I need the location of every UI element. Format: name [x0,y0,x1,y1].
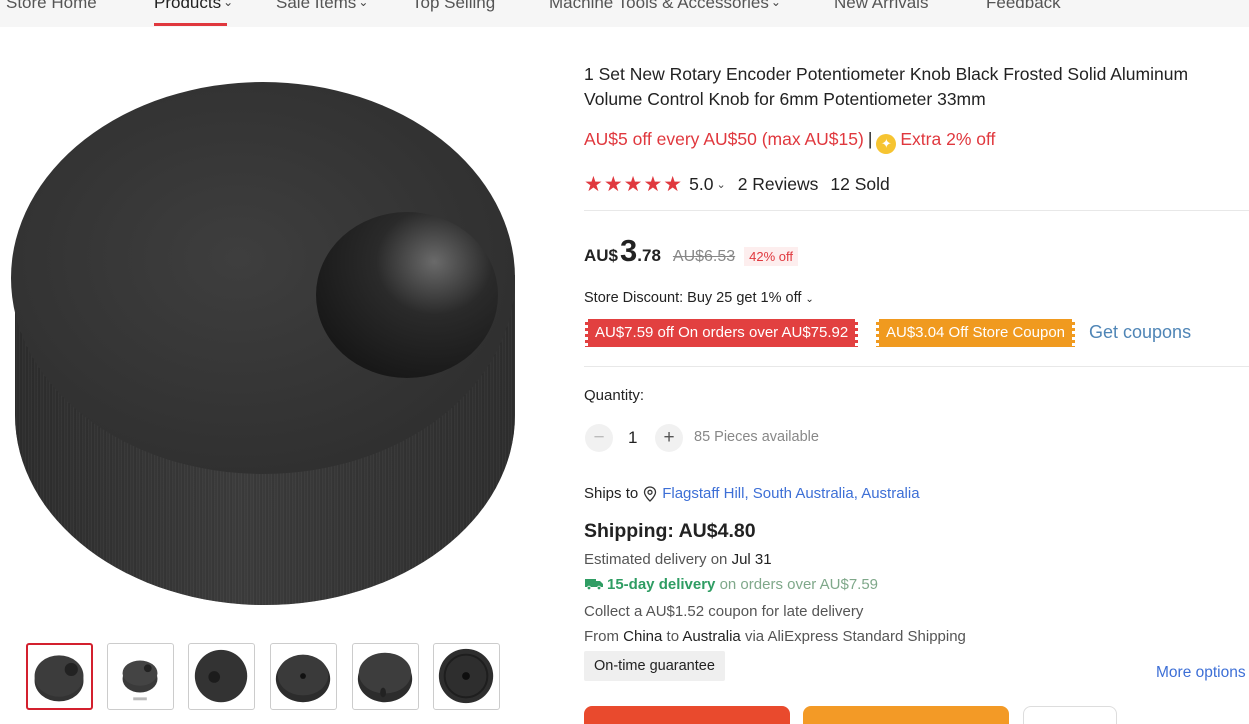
from-country: China [623,628,663,645]
store-discount-text: Store Discount: Buy 25 get 1% off [584,290,802,306]
discount-badge: 42% off [744,247,799,266]
price-currency: AU$ [584,246,619,265]
product-title: 1 Set New Rotary Encoder Potentiometer K… [584,64,1189,109]
coin-icon: ✦ [876,134,897,154]
original-price: AU$6.53 [672,248,736,265]
buy-now-button[interactable] [584,706,790,724]
chevron-down-icon[interactable]: ⌄ [716,178,725,191]
product-info: 1 Set New Rotary Encoder Potentiometer K… [584,0,1249,724]
estimated-delivery-label: Estimated delivery on [584,551,728,568]
wishlist-button[interactable] [1023,706,1117,724]
price-row: AU$ 3 .78 AU$6.53 42% off [584,233,799,269]
promo-main: AU$5 off every AU$50 (max AU$15) [584,129,864,149]
coupon-order-discount[interactable]: AU$7.59 off On orders over AU$75.92 [585,319,859,347]
more-options-link[interactable]: More options [1156,664,1246,682]
reviews-link[interactable]: 2 Reviews [738,174,819,195]
fast-delivery: 15-day delivery on orders over AU$7.59 [584,576,878,593]
coupon-store[interactable]: AU$3.04 Off Store Coupon [876,319,1076,347]
nav-products-label: Products [154,0,222,12]
pieces-available: 85 Pieces available [694,429,819,445]
price-integer: 3 [620,233,638,268]
estimated-delivery: Estimated delivery on Jul 31 [584,551,772,568]
quantity-increase-button[interactable]: + [655,424,683,452]
truck-icon [585,579,603,590]
chevron-down-icon: ⌄ [805,294,814,305]
thumbnail-2[interactable] [107,643,174,710]
shipping-method: via AliExpress Standard Shipping [744,628,966,645]
quantity-decrease-button[interactable]: − [585,424,613,452]
thumbnail-5[interactable] [352,643,419,710]
price-decimal: .78 [637,246,661,265]
thumbnail-4[interactable] [270,643,337,710]
from-label: From [584,628,619,645]
shipping-route: From China to Australia via AliExpress S… [584,628,966,645]
nav-store-home[interactable]: Store Home [6,0,97,13]
promo-extra: Extra 2% off [900,129,996,149]
nav-top-selling-label: Top Selling [412,0,496,12]
on-time-guarantee[interactable]: On-time guarantee [584,651,725,681]
nav-sale-items[interactable]: Sale Items ⌄ [276,0,368,13]
rating-score[interactable]: 5.0 [689,174,713,195]
rating-row: ★★★★★ 5.0 ⌄ 2 Reviews 12 Sold [584,172,890,197]
ships-to-row: Ships to Flagstaff Hill, South Australia… [584,485,920,502]
quantity-value[interactable]: 1 [628,428,637,448]
add-to-cart-button[interactable] [803,706,1009,724]
quantity-label: Quantity: [584,387,645,404]
chevron-down-icon: ⌄ [358,0,369,9]
to-country: Australia [682,628,741,645]
nav-sale-items-label: Sale Items [276,0,357,12]
chevron-down-icon: ⌄ [223,0,234,9]
divider [584,210,1249,211]
promo-line[interactable]: AU$5 off every AU$50 (max AU$15) | ✦ Extra … [584,129,995,154]
thumbnail-1[interactable] [26,643,93,710]
get-coupons-link[interactable]: Get coupons [1089,322,1191,343]
store-discount[interactable]: Store Discount: Buy 25 get 1% off ⌄ [584,290,814,306]
late-delivery-coupon: Collect a AU$1.52 coupon for late delive… [584,603,864,620]
nav-active-indicator [154,23,227,26]
nav-products[interactable]: Products ⌄ [154,0,233,13]
to-label: to [666,628,680,645]
ships-to-location[interactable]: Flagstaff Hill, South Australia, Austral… [662,485,919,502]
nav-top-selling[interactable]: Top Selling [412,0,495,13]
nav-store-home-label: Store Home [6,0,97,12]
fast-delivery-label: 15-day delivery [607,576,716,593]
location-pin-icon [644,485,657,502]
product-main-image[interactable] [0,55,540,625]
estimated-delivery-date: Jul 31 [731,551,772,568]
rating-stars: ★★★★★ [584,173,684,196]
promo-separator: | [867,129,873,149]
divider [584,366,1249,367]
sold-count: 12 Sold [830,174,890,194]
thumbnail-3[interactable] [188,643,255,710]
ships-to-label: Ships to [584,485,639,502]
thumbnail-6[interactable] [433,643,500,710]
shipping-cost: Shipping: AU$4.80 [584,520,756,542]
fast-delivery-condition: on orders over AU$7.59 [719,576,879,593]
